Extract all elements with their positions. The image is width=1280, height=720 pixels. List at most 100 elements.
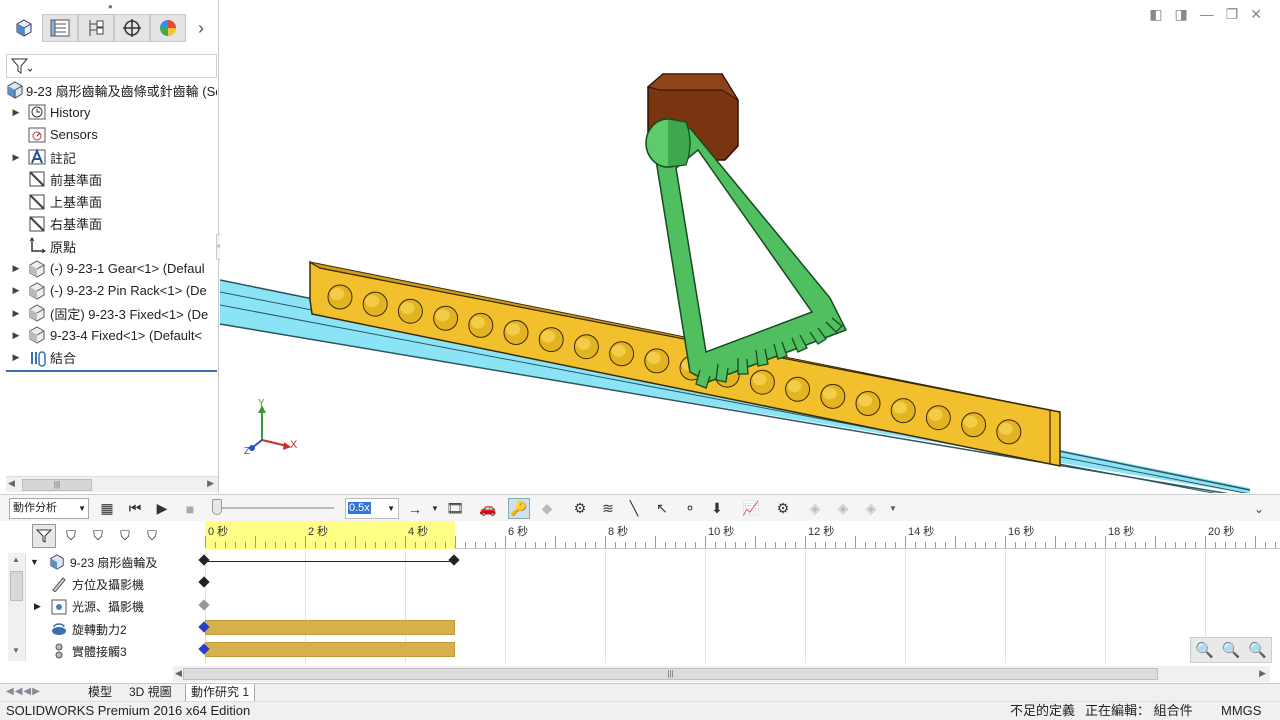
study-type-select[interactable]: 動作分析 ▼ <box>9 498 89 519</box>
keypoint[interactable] <box>198 576 210 589</box>
sim-setup-button[interactable]: ◈ <box>804 498 826 519</box>
tree-item-sensors[interactable]: Sensors <box>6 124 217 146</box>
sim-export-button[interactable]: ◈ <box>832 498 854 519</box>
filter-autofit-button[interactable]: ⛉ <box>140 528 164 544</box>
playback-mode-dropdown[interactable]: ▼ <box>424 498 446 519</box>
tree-item-fixed-4[interactable]: ▶ 9-23-4 Fixed<1> (Default< <box>6 324 217 346</box>
timeline-horizontal-scrollbar[interactable]: ◀ ||| ▶ <box>173 666 1270 682</box>
motor-button[interactable]: ⚙ <box>569 498 591 519</box>
tree-item-mates[interactable]: ▶ 結合 <box>6 347 217 369</box>
tree-item-front-plane[interactable]: 前基準面 <box>6 168 217 190</box>
expand-arrow[interactable]: ▶ <box>6 107 26 118</box>
tab-motion-study-1[interactable]: 動作研究 1 <box>185 684 256 702</box>
tab-scroll-arrows[interactable]: ◀◀◀▶ <box>6 686 41 697</box>
tree-item-origin[interactable]: 原點 <box>6 235 217 257</box>
tree-item-assembly[interactable]: 9-23 扇形齒輪及齒條或針齒輪 (Se <box>6 79 217 101</box>
gravity-button[interactable]: ⬇ <box>706 498 728 519</box>
expand-arrow[interactable]: ▶ <box>6 285 26 296</box>
sim-options-button[interactable]: ◈ <box>860 498 882 519</box>
collapse-motion-manager-button[interactable]: ⌄ <box>1248 498 1270 519</box>
timeline-bar[interactable] <box>205 642 455 658</box>
scroll-left-arrow[interactable]: ◀ <box>8 478 15 489</box>
unit-system[interactable]: MMGS <box>1221 702 1261 720</box>
play-button[interactable]: ▶ <box>151 498 173 519</box>
playback-slider-track[interactable] <box>216 507 334 509</box>
dimxpert-tab[interactable] <box>114 14 150 42</box>
filter-animated-button[interactable] <box>32 524 56 548</box>
filter-autofit-icon: ⛉ <box>147 528 157 543</box>
tree-item-fixed-3[interactable]: ▶ (固定) 9-23-3 Fixed<1> (De <box>6 302 217 324</box>
stop-button[interactable]: ■ <box>179 498 201 519</box>
filter-selected-button[interactable]: ⛉ <box>86 528 110 544</box>
motion-tree-item-lights[interactable]: ▶ 光源、攝影機 <box>30 596 190 618</box>
damper-button[interactable]: ╲ <box>623 498 645 519</box>
panel-grip[interactable]: ● <box>108 2 113 11</box>
graphics-viewport[interactable]: ◧ ◨ — ❐ ✕ Y X Z <box>220 0 1280 493</box>
scroll-right-arrow[interactable]: ▶ <box>1259 668 1266 679</box>
scroll-thumb[interactable]: ||| <box>22 479 92 491</box>
animation-wizard-button[interactable]: 🚗 <box>477 498 499 519</box>
tree-item-top-plane[interactable]: 上基準面 <box>6 190 217 212</box>
study-properties-button[interactable]: ⚙ <box>772 498 794 519</box>
featuremanager-tab[interactable] <box>6 14 42 42</box>
playback-speed-select[interactable]: 0.5x ▼ <box>345 498 399 519</box>
motion-tree-item-contact[interactable]: 實體接觸3 <box>30 640 190 662</box>
expand-arrow[interactable]: ▶ <box>6 152 26 163</box>
expand-arrow[interactable]: ▶ <box>6 330 26 341</box>
expand-arrow[interactable]: ▶ <box>6 263 26 274</box>
tree-item-right-plane[interactable]: 右基準面 <box>6 213 217 235</box>
calculate-button[interactable]: ▦ <box>96 498 118 519</box>
tree-horizontal-scrollbar[interactable]: ◀ ||| ▶ <box>6 476 218 492</box>
tab-model[interactable]: 模型 <box>83 684 117 702</box>
scroll-left-arrow[interactable]: ◀ <box>175 668 182 679</box>
keypoint[interactable] <box>448 554 460 566</box>
scroll-thumb[interactable]: ||| <box>183 668 1158 680</box>
propertymanager-tab[interactable] <box>42 14 78 42</box>
more-tabs-arrow[interactable]: › <box>186 18 216 39</box>
zoom-out-icon[interactable]: 🔍 <box>1248 641 1267 659</box>
configurationmanager-tab[interactable] <box>78 14 114 42</box>
timeline-bar[interactable] <box>205 619 455 635</box>
origin-icon <box>26 237 48 255</box>
feature-manager-panel: ● › 9-23 扇形齒輪及齒條或針齒輪 (Se ▶ History Senso… <box>0 0 224 493</box>
tab-3d-views[interactable]: 3D 視圖 <box>124 684 177 702</box>
display-manager-tab[interactable] <box>150 14 186 42</box>
playback-mode-button[interactable]: → <box>404 498 426 519</box>
scroll-right-arrow[interactable]: ▶ <box>207 478 214 489</box>
playback-slider-thumb[interactable] <box>212 499 222 515</box>
zoom-to-fit-icon[interactable]: 🔍 <box>1195 641 1214 659</box>
motion-tree-item-motor[interactable]: 旋轉動力2 <box>30 618 190 640</box>
scroll-up-arrow[interactable]: ▲ <box>12 555 20 564</box>
results-plots-button[interactable]: 📈 <box>740 498 762 519</box>
timeline-ruler[interactable]: 0 秒 2 秒 4 秒 6 秒 8 秒 10 秒 12 秒 14 秒 16 秒 18 秒 20 秒 <box>205 521 1280 549</box>
motion-tree-item-assembly[interactable]: ▼ 9-23 扇形齒輪及 <box>30 551 190 573</box>
expand-arrow[interactable]: ▶ <box>6 352 26 363</box>
tree-filter[interactable] <box>6 54 217 78</box>
expand-arrow[interactable]: ▶ <box>30 601 48 612</box>
keypoint[interactable] <box>198 554 210 566</box>
add-key-button[interactable]: ◆ <box>536 498 558 519</box>
tree-item-annotations[interactable]: ▶ 註記 <box>6 146 217 168</box>
scroll-down-arrow[interactable]: ▼ <box>12 646 20 655</box>
force-button[interactable]: ↖ <box>651 498 673 519</box>
sim-options-dropdown[interactable]: ▼ <box>882 498 904 519</box>
keypoint[interactable] <box>198 599 210 611</box>
expand-arrow[interactable]: ▶ <box>6 308 26 319</box>
scroll-thumb[interactable] <box>10 571 23 601</box>
filter-driving-button[interactable]: ⛉ <box>59 528 83 544</box>
contact-button[interactable]: ⚬ <box>679 498 701 519</box>
filter-results-button[interactable]: ⛉ <box>113 528 137 544</box>
autokey-button[interactable]: 🔑 <box>508 498 530 519</box>
timeline-grid[interactable] <box>198 550 1280 663</box>
timeline-vertical-scrollbar[interactable]: ▲ ▼ <box>8 553 26 661</box>
save-animation-button[interactable]: 🎞 <box>444 498 466 519</box>
tree-item-history[interactable]: ▶ History <box>6 101 217 123</box>
tree-item-pin-rack[interactable]: ▶ (-) 9-23-2 Pin Rack<1> (De <box>6 280 217 302</box>
play-from-start-button[interactable]: ⏮ <box>124 498 146 519</box>
rollback-bar[interactable] <box>6 369 217 372</box>
expand-arrow[interactable]: ▼ <box>30 557 46 567</box>
zoom-in-icon[interactable]: 🔍 <box>1222 641 1241 659</box>
spring-button[interactable]: ≋ <box>597 498 619 519</box>
tree-item-gear[interactable]: ▶ (-) 9-23-1 Gear<1> (Defaul <box>6 257 217 279</box>
motion-tree-item-camera[interactable]: 方位及攝影機 <box>30 573 190 595</box>
